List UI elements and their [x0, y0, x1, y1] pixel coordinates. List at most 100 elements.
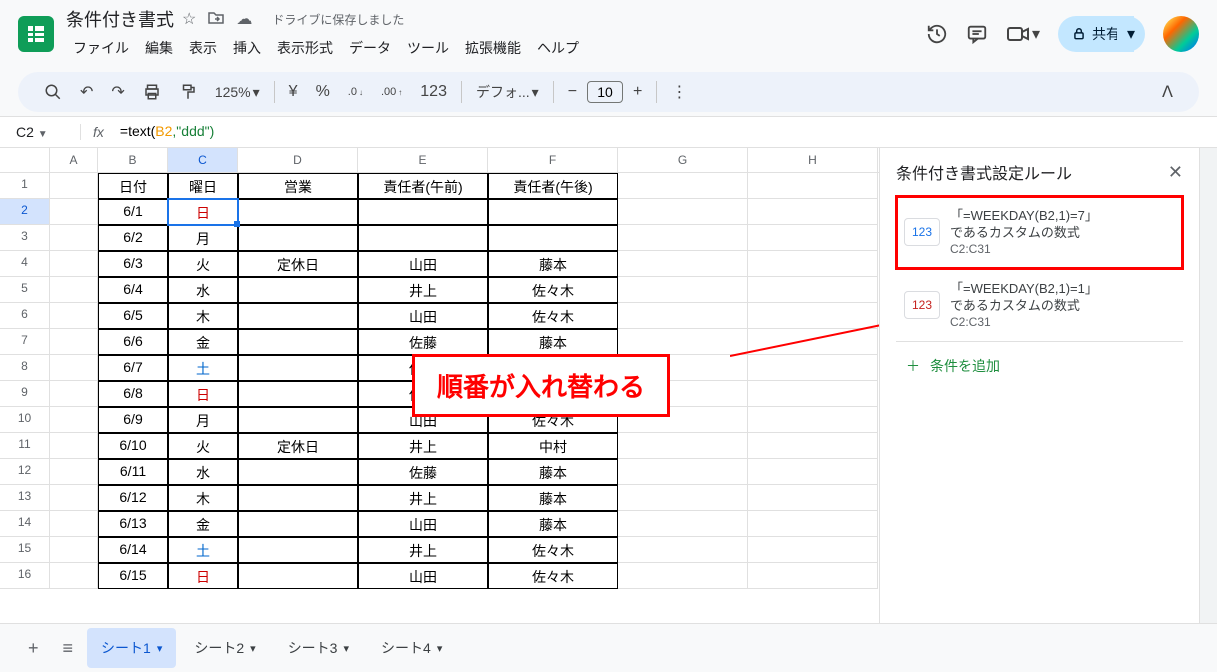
cell[interactable]: 金: [168, 329, 238, 355]
fx-icon[interactable]: fx: [80, 124, 116, 140]
cell[interactable]: [238, 381, 358, 407]
undo-icon[interactable]: ↶: [72, 76, 101, 108]
menu-8[interactable]: ヘルプ: [530, 34, 586, 62]
add-sheet-button[interactable]: +: [18, 630, 49, 667]
cell[interactable]: 6/11: [98, 459, 168, 485]
row-header-6[interactable]: 6: [0, 303, 50, 329]
row-header-3[interactable]: 3: [0, 225, 50, 251]
sheet-tab-2[interactable]: シート3 ▾: [274, 628, 363, 668]
cell[interactable]: 6/13: [98, 511, 168, 537]
col-header-F[interactable]: F: [488, 148, 618, 172]
font-size-input[interactable]: 10: [587, 81, 623, 103]
row-header-7[interactable]: 7: [0, 329, 50, 355]
cell[interactable]: [238, 225, 358, 251]
cell[interactable]: [748, 173, 878, 199]
cell[interactable]: [50, 459, 98, 485]
cell[interactable]: [488, 199, 618, 225]
cell[interactable]: 佐々木: [488, 303, 618, 329]
currency-btn[interactable]: ¥: [281, 77, 306, 107]
spreadsheet-grid[interactable]: ABCDEFGH 1日付曜日営業責任者(午前)責任者(午後)26/1日36/2月…: [0, 148, 879, 623]
cell[interactable]: [50, 173, 98, 199]
col-header-E[interactable]: E: [358, 148, 488, 172]
decrease-decimal-btn[interactable]: .0↓: [340, 80, 371, 104]
number-format-btn[interactable]: 123: [412, 77, 455, 107]
move-icon[interactable]: [208, 10, 224, 29]
cloud-icon[interactable]: ☁: [236, 9, 252, 29]
cell[interactable]: [618, 485, 748, 511]
row-header-9[interactable]: 9: [0, 381, 50, 407]
cell[interactable]: 水: [168, 277, 238, 303]
history-icon[interactable]: [926, 23, 948, 45]
cell[interactable]: [50, 537, 98, 563]
cell[interactable]: [618, 537, 748, 563]
star-icon[interactable]: ☆: [182, 9, 196, 29]
cell[interactable]: 6/14: [98, 537, 168, 563]
cell[interactable]: [748, 225, 878, 251]
cell[interactable]: [618, 173, 748, 199]
cell[interactable]: [238, 277, 358, 303]
col-header-B[interactable]: B: [98, 148, 168, 172]
cell[interactable]: [50, 329, 98, 355]
menu-1[interactable]: 編集: [138, 34, 180, 62]
cell[interactable]: [238, 407, 358, 433]
cell[interactable]: [748, 459, 878, 485]
cell[interactable]: 月: [168, 407, 238, 433]
cell[interactable]: 6/3: [98, 251, 168, 277]
cell[interactable]: [238, 537, 358, 563]
cell[interactable]: [50, 433, 98, 459]
cell[interactable]: 火: [168, 251, 238, 277]
cell[interactable]: 6/4: [98, 277, 168, 303]
cell[interactable]: 6/12: [98, 485, 168, 511]
cell[interactable]: [748, 381, 878, 407]
cell[interactable]: [238, 303, 358, 329]
cell[interactable]: [748, 485, 878, 511]
menu-6[interactable]: ツール: [400, 34, 456, 62]
cell[interactable]: 日付: [98, 173, 168, 199]
more-toolbar-icon[interactable]: ⋮: [663, 76, 695, 108]
cell[interactable]: [50, 251, 98, 277]
cell[interactable]: [618, 277, 748, 303]
formula-input[interactable]: =text(B2,"ddd"): [116, 119, 1217, 145]
cell[interactable]: 藤本: [488, 511, 618, 537]
format-rule-1[interactable]: 123「=WEEKDAY(B2,1)=1」であるカスタムの数式C2:C31: [896, 269, 1183, 342]
cell[interactable]: [618, 511, 748, 537]
cell[interactable]: [50, 563, 98, 589]
cell[interactable]: [618, 199, 748, 225]
cell[interactable]: 山田: [358, 563, 488, 589]
increase-decimal-btn[interactable]: .00↑: [373, 80, 410, 104]
cell[interactable]: 日: [168, 381, 238, 407]
cell[interactable]: 6/1: [98, 199, 168, 225]
cell[interactable]: 水: [168, 459, 238, 485]
cell[interactable]: 月: [168, 225, 238, 251]
col-header-G[interactable]: G: [618, 148, 748, 172]
cell[interactable]: 土: [168, 355, 238, 381]
cell[interactable]: 営業: [238, 173, 358, 199]
cell[interactable]: 6/2: [98, 225, 168, 251]
cell[interactable]: 山田: [358, 251, 488, 277]
row-header-10[interactable]: 10: [0, 407, 50, 433]
cell[interactable]: [50, 511, 98, 537]
cell[interactable]: 佐々木: [488, 537, 618, 563]
cell[interactable]: [50, 407, 98, 433]
cell[interactable]: [50, 485, 98, 511]
cell[interactable]: 井上: [358, 433, 488, 459]
col-header-D[interactable]: D: [238, 148, 358, 172]
search-icon[interactable]: [36, 77, 70, 107]
menu-5[interactable]: データ: [342, 34, 398, 62]
cell[interactable]: 6/9: [98, 407, 168, 433]
cell[interactable]: 藤本: [488, 485, 618, 511]
row-header-5[interactable]: 5: [0, 277, 50, 303]
row-header-14[interactable]: 14: [0, 511, 50, 537]
cell[interactable]: [488, 225, 618, 251]
cell[interactable]: 責任者(午後): [488, 173, 618, 199]
cell[interactable]: [50, 355, 98, 381]
menu-3[interactable]: 挿入: [226, 34, 268, 62]
cell[interactable]: [618, 303, 748, 329]
cell[interactable]: 藤本: [488, 459, 618, 485]
cell[interactable]: [50, 277, 98, 303]
all-sheets-button[interactable]: ≡: [53, 630, 84, 667]
zoom-select[interactable]: 125% ▾: [207, 78, 268, 107]
cell[interactable]: 火: [168, 433, 238, 459]
menu-2[interactable]: 表示: [182, 34, 224, 62]
cell[interactable]: [618, 329, 748, 355]
